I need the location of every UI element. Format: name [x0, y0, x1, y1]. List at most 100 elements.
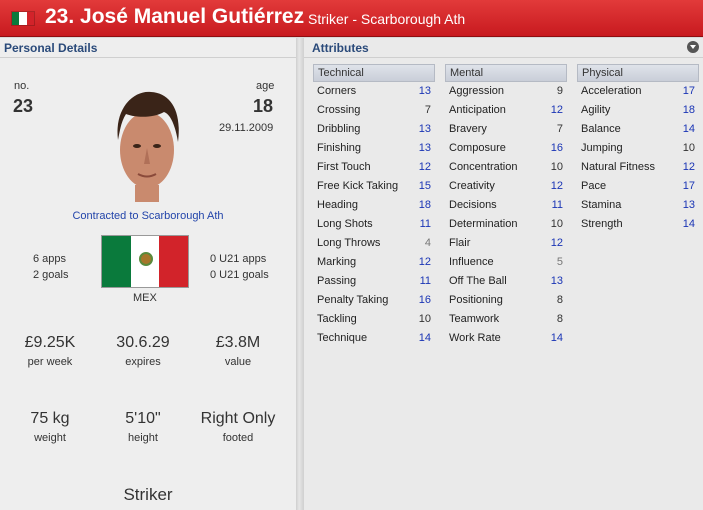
attribute-value: 4 [424, 237, 431, 249]
attribute-row[interactable]: Concentration 10 [445, 158, 567, 177]
attribute-row[interactable]: Flair 12 [445, 234, 567, 253]
attribute-name: Strength [581, 218, 623, 230]
attribute-name: Bravery [449, 123, 487, 135]
attribute-row[interactable]: Jumping 10 [577, 139, 699, 158]
attribute-row[interactable]: Work Rate 14 [445, 329, 567, 348]
attribute-name: Flair [449, 237, 471, 249]
attribute-value: 11 [419, 275, 431, 287]
attribute-value: 10 [550, 218, 563, 230]
technical-header[interactable]: Technical [313, 64, 435, 82]
attribute-row[interactable]: Free Kick Taking 15 [313, 177, 435, 196]
player-subtitle[interactable]: Striker - Scarborough Ath [308, 11, 465, 27]
attribute-row[interactable]: Tackling 10 [313, 310, 435, 329]
physical-header[interactable]: Physical [577, 64, 699, 82]
attribute-name: Pace [581, 180, 607, 192]
attribute-name: Passing [317, 275, 357, 287]
attribute-value: 7 [424, 104, 431, 116]
attribute-name: Teamwork [449, 313, 500, 325]
attribute-row[interactable]: Aggression 9 [445, 82, 567, 101]
attribute-value: 9 [556, 85, 563, 97]
attribute-row[interactable]: Heading 18 [313, 196, 435, 215]
attribute-row[interactable]: Off The Ball 13 [445, 272, 567, 291]
attribute-value: 14 [418, 332, 431, 344]
player-face-icon [117, 91, 179, 202]
attribute-row[interactable]: Balance 14 [577, 120, 699, 139]
player-title: 23. José Manuel Gutiérrez [45, 5, 305, 28]
attribute-name: Creativity [449, 180, 495, 192]
attribute-name: Marking [317, 256, 357, 268]
attribute-name: Off The Ball [449, 275, 507, 287]
attribute-row[interactable]: Bravery 7 [445, 120, 567, 139]
attribute-value: 7 [556, 123, 563, 135]
attribute-name: Positioning [449, 294, 503, 306]
panel-splitter[interactable] [296, 38, 304, 510]
attribute-row[interactable]: Marking 12 [313, 253, 435, 272]
attribute-row[interactable]: Passing 11 [313, 272, 435, 291]
attribute-row[interactable]: Determination 10 [445, 215, 567, 234]
position-label: Striker [123, 485, 173, 504]
attribute-value: 11 [419, 218, 431, 230]
nation-code: MEX [133, 292, 157, 304]
attribute-row[interactable]: Creativity 12 [445, 177, 567, 196]
expires-label: expires [125, 356, 161, 368]
attribute-value: 17 [682, 85, 695, 97]
height-label: height [128, 432, 158, 444]
attribute-row[interactable]: Teamwork 8 [445, 310, 567, 329]
wage-label: per week [27, 356, 73, 368]
attribute-row[interactable]: Anticipation 12 [445, 101, 567, 120]
attribute-value: 5 [556, 256, 563, 268]
contract-link[interactable]: Contracted to Scarborough Ath [0, 210, 296, 222]
attribute-name: Free Kick Taking [317, 180, 399, 192]
attribute-name: Decisions [449, 199, 497, 211]
attribute-value: 17 [682, 180, 695, 192]
attribute-name: Determination [449, 218, 518, 230]
attribute-row[interactable]: Long Throws 4 [313, 234, 435, 253]
attribute-value: 18 [418, 199, 431, 211]
attribute-row[interactable]: Influence 5 [445, 253, 567, 272]
attribute-row[interactable]: Long Shots 11 [313, 215, 435, 234]
attribute-row[interactable]: Composure 16 [445, 139, 567, 158]
nation-flag[interactable] [101, 235, 189, 288]
value-label: value [224, 356, 252, 368]
u21-goals-count: 0 U21 goals [210, 269, 269, 281]
divider [0, 57, 296, 58]
physical-column: Physical Acceleration 17 Agility 18 Balance 1… [577, 64, 699, 234]
attribute-row[interactable]: Acceleration 17 [577, 82, 699, 101]
attribute-value: 8 [556, 313, 563, 325]
attribute-row[interactable]: Finishing 13 [313, 139, 435, 158]
attribute-row[interactable]: Strength 14 [577, 215, 699, 234]
attribute-value: 18 [682, 104, 695, 116]
attribute-name: First Touch [317, 161, 371, 173]
attribute-row[interactable]: Stamina 13 [577, 196, 699, 215]
attribute-row[interactable]: Pace 17 [577, 177, 699, 196]
attribute-value: 16 [550, 142, 563, 154]
height-value: 5'10" [125, 410, 161, 427]
attribute-row[interactable]: Crossing 7 [313, 101, 435, 120]
attribute-value: 12 [550, 104, 563, 116]
mental-header[interactable]: Mental [445, 64, 567, 82]
attribute-value: 10 [682, 142, 695, 154]
attribute-row[interactable]: Dribbling 13 [313, 120, 435, 139]
attribute-row[interactable]: Positioning 8 [445, 291, 567, 310]
number-label: no. [14, 80, 30, 92]
age-value: 18 [253, 96, 274, 116]
attribute-name: Corners [317, 85, 357, 97]
attribute-row[interactable]: Agility 18 [577, 101, 699, 120]
squad-number: 23 [13, 96, 34, 116]
attribute-name: Technique [317, 332, 368, 344]
attribute-value: 13 [550, 275, 563, 287]
options-dropdown-icon[interactable] [687, 41, 699, 53]
attribute-name: Composure [449, 142, 506, 154]
attribute-row[interactable]: Technique 14 [313, 329, 435, 348]
attribute-name: Jumping [581, 142, 623, 154]
attribute-row[interactable]: Corners 13 [313, 82, 435, 101]
attribute-row[interactable]: First Touch 12 [313, 158, 435, 177]
attribute-name: Acceleration [581, 85, 642, 97]
attribute-row[interactable]: Penalty Taking 16 [313, 291, 435, 310]
attribute-value: 14 [682, 218, 695, 230]
attribute-row[interactable]: Natural Fitness 12 [577, 158, 699, 177]
attribute-value: 13 [682, 199, 695, 211]
attribute-name: Concentration [449, 161, 518, 173]
apps-count: 6 apps [33, 253, 67, 265]
attribute-row[interactable]: Decisions 11 [445, 196, 567, 215]
